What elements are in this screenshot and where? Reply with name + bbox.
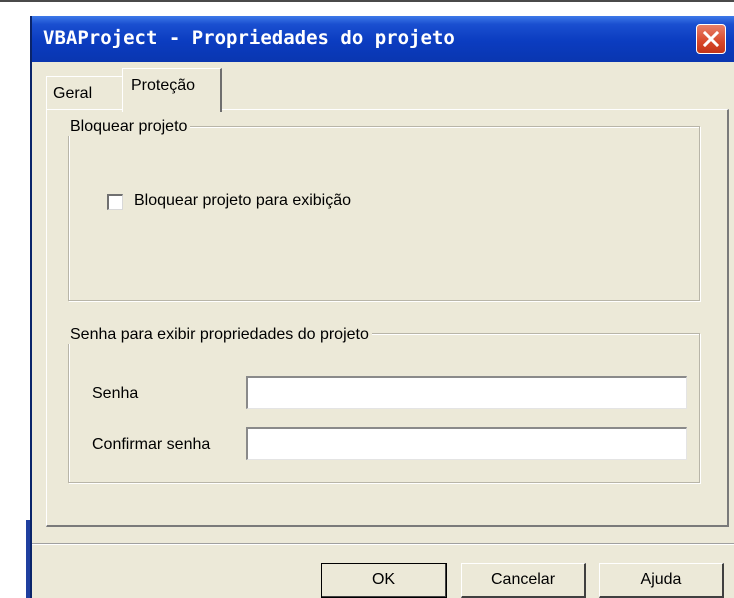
close-icon: [703, 31, 719, 47]
screen: VBAProject - Propriedades do projeto Ger…: [0, 0, 734, 598]
confirm-password-field[interactable]: [246, 427, 687, 460]
button-separator: [32, 543, 734, 545]
lock-project-checkbox-label[interactable]: Bloquear projeto para exibição: [134, 192, 351, 210]
password-group-legend: Senha para exibir propriedades do projet…: [68, 326, 372, 344]
password-field[interactable]: [246, 376, 687, 409]
lock-project-checkbox[interactable]: [107, 194, 123, 210]
tab-label: Geral: [53, 85, 93, 102]
confirm-password-label: Confirmar senha: [92, 436, 211, 453]
tab-label: Proteção: [131, 77, 196, 94]
lock-project-legend: Bloquear projeto: [68, 118, 191, 136]
title-bar[interactable]: VBAProject - Propriedades do projeto: [32, 16, 734, 62]
close-button[interactable]: [696, 24, 726, 54]
project-properties-dialog: VBAProject - Propriedades do projeto Ger…: [30, 16, 734, 598]
top-border-line: [0, 0, 734, 2]
tab-geral[interactable]: Geral: [46, 76, 126, 110]
help-button[interactable]: Ajuda: [599, 563, 724, 598]
lock-project-group: [68, 126, 700, 301]
ok-button[interactable]: OK: [321, 563, 447, 598]
tab-protecao[interactable]: Proteção: [122, 68, 222, 112]
window-title: VBAProject - Propriedades do projeto: [43, 27, 455, 49]
password-label: Senha: [92, 385, 139, 402]
cancel-button[interactable]: Cancelar: [461, 563, 586, 598]
